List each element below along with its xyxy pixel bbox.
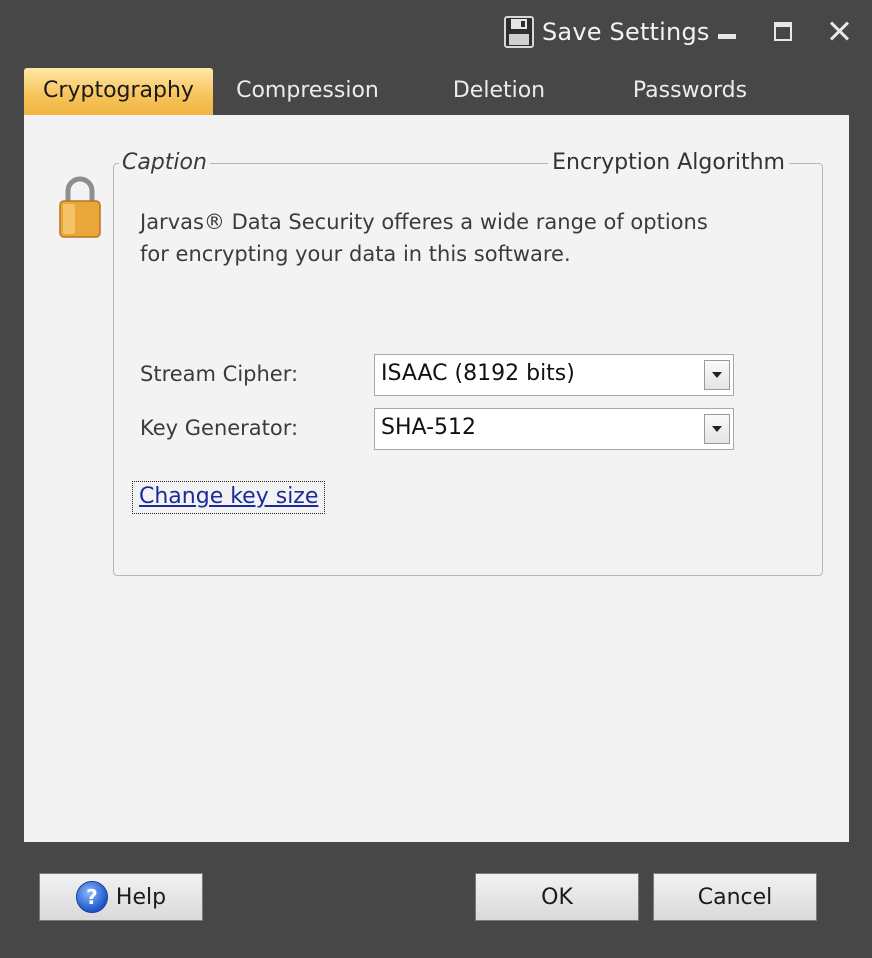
minimize-icon <box>718 33 736 39</box>
description-text: Jarvas® Data Security offeres a wide ran… <box>140 206 780 270</box>
tab-content-panel: Caption Encryption Algorithm Jarvas® Dat… <box>24 115 849 842</box>
floppy-disk-icon <box>504 16 534 48</box>
key-generator-value: SHA-512 <box>381 415 477 440</box>
ok-label: OK <box>541 884 573 910</box>
cancel-button[interactable]: Cancel <box>653 873 817 921</box>
save-settings-button[interactable]: Save Settings <box>504 12 710 52</box>
settings-window: Save Settings Cryptography Compression D… <box>0 0 872 958</box>
help-button[interactable]: ? Help <box>39 873 203 921</box>
key-generator-label: Key Generator: <box>140 416 299 440</box>
chevron-down-icon <box>712 426 722 432</box>
change-key-size-focus[interactable]: Change key size <box>132 481 326 514</box>
chevron-down-icon <box>712 372 722 378</box>
tab-passwords[interactable]: Passwords <box>614 68 766 116</box>
stream-cipher-value: ISAAC (8192 bits) <box>381 361 575 386</box>
stream-cipher-label: Stream Cipher: <box>140 362 299 386</box>
tab-compression[interactable]: Compression <box>220 68 395 116</box>
help-label: Help <box>115 884 167 910</box>
padlock-icon <box>59 176 101 238</box>
help-icon: ? <box>75 881 108 913</box>
tab-deletion[interactable]: Deletion <box>424 68 574 116</box>
ok-button[interactable]: OK <box>475 873 639 921</box>
minimize-button[interactable] <box>710 14 744 48</box>
stream-cipher-dropdown-button[interactable] <box>704 360 730 390</box>
description-line-1: Jarvas® Data Security offeres a wide ran… <box>140 210 708 234</box>
save-settings-label: Save Settings <box>542 18 710 46</box>
close-icon <box>829 21 849 41</box>
groupbox-caption: Caption <box>119 150 210 175</box>
change-key-size-link[interactable]: Change key size <box>139 484 318 509</box>
maximize-button[interactable] <box>766 14 800 48</box>
description-line-2: for encrypting your data in this softwar… <box>140 242 571 266</box>
maximize-icon <box>774 21 792 41</box>
groupbox-title: Encryption Algorithm <box>548 150 789 175</box>
close-button[interactable] <box>822 14 856 48</box>
cancel-label: Cancel <box>697 884 773 910</box>
key-generator-select[interactable]: SHA-512 <box>374 408 734 450</box>
key-generator-dropdown-button[interactable] <box>704 414 730 444</box>
stream-cipher-select[interactable]: ISAAC (8192 bits) <box>374 354 734 396</box>
title-bar: Save Settings <box>0 0 872 62</box>
tab-cryptography[interactable]: Cryptography <box>24 68 213 116</box>
